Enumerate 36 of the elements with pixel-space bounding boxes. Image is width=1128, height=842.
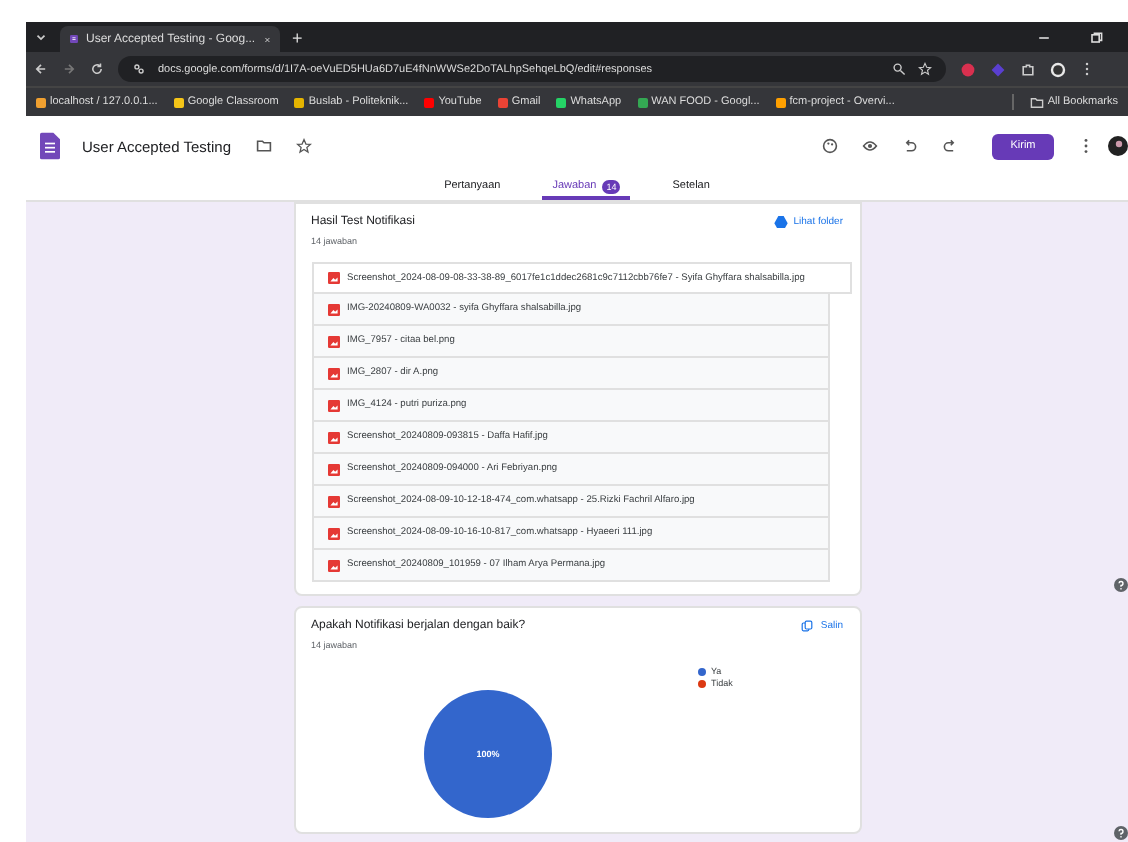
folder-icon[interactable] — [255, 138, 271, 154]
profile-avatar[interactable] — [1050, 61, 1066, 77]
image-file-icon — [327, 527, 339, 539]
image-file-icon — [327, 399, 339, 411]
account-avatar[interactable] — [1108, 136, 1128, 156]
forward-icon[interactable] — [62, 62, 76, 76]
image-file-icon — [327, 559, 339, 571]
extensions-icon[interactable] — [1020, 61, 1036, 77]
folder-icon — [1029, 95, 1044, 109]
help-icon[interactable] — [1114, 826, 1128, 840]
forms-logo-icon[interactable] — [40, 132, 60, 160]
forms-icon — [70, 32, 78, 46]
eye-icon[interactable] — [862, 138, 878, 154]
image-file-icon — [327, 303, 339, 315]
back-icon[interactable] — [34, 62, 48, 76]
drive-icon — [773, 216, 788, 228]
image-file-icon — [327, 272, 339, 284]
tab-list-icon[interactable] — [34, 30, 48, 44]
new-tab-button[interactable]: + — [292, 27, 303, 47]
site-info-icon — [132, 62, 146, 76]
image-file-icon — [327, 495, 339, 507]
image-file-icon — [327, 367, 339, 379]
image-file-icon — [327, 463, 339, 475]
copy-icon — [800, 620, 815, 632]
star-icon[interactable] — [295, 138, 311, 154]
image-file-icon — [327, 431, 339, 443]
restore-icon[interactable] — [1088, 29, 1104, 45]
redo-icon[interactable] — [942, 138, 958, 154]
image-file-icon — [327, 335, 339, 347]
reload-icon[interactable] — [90, 62, 104, 76]
undo-icon[interactable] — [902, 138, 918, 154]
pie-slice — [423, 690, 551, 818]
menu-icon[interactable] — [1080, 62, 1094, 76]
help-icon[interactable] — [1114, 578, 1128, 592]
palette-icon[interactable] — [822, 138, 838, 154]
search-icon[interactable] — [892, 62, 906, 76]
